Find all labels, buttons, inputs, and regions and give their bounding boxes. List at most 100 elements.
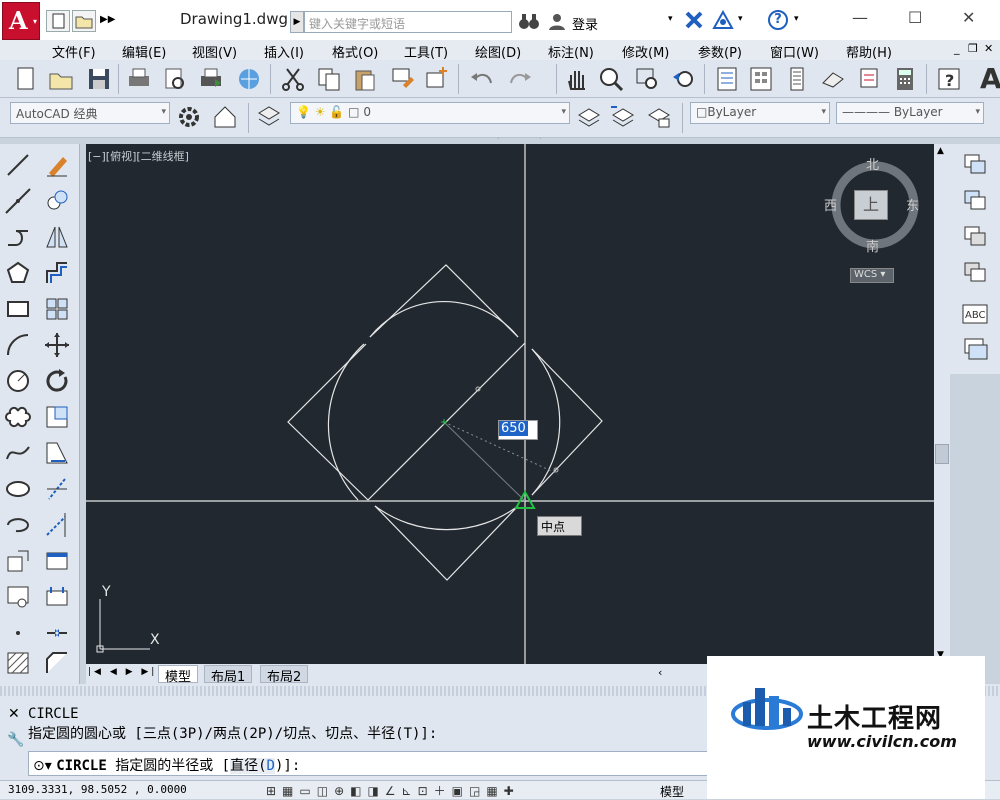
- send-under-icon[interactable]: [960, 258, 990, 288]
- zoom-realtime-icon[interactable]: [596, 64, 626, 94]
- tool-palettes-icon[interactable]: [782, 64, 812, 94]
- maximize-icon[interactable]: ☐: [908, 8, 922, 27]
- compass-west[interactable]: 西: [824, 195, 837, 214]
- cut-icon[interactable]: [278, 64, 308, 94]
- viewcube-top-face[interactable]: 上: [854, 190, 888, 220]
- zoom-window-icon[interactable]: [632, 64, 662, 94]
- spline-icon[interactable]: [3, 438, 37, 472]
- new-file-icon[interactable]: [46, 10, 70, 32]
- menu-edit[interactable]: 编辑(E): [122, 42, 166, 61]
- chevron-down-icon[interactable]: ▾: [668, 14, 673, 24]
- compass-south[interactable]: 南: [866, 236, 879, 255]
- linetype-select[interactable]: ———— ByLayer ▾: [836, 102, 984, 124]
- circle-icon[interactable]: [3, 366, 37, 400]
- ellipse-arc-icon[interactable]: [3, 510, 37, 544]
- chevron-down-icon[interactable]: ▾: [738, 14, 743, 24]
- wrench-icon[interactable]: 🔧: [7, 732, 24, 748]
- make-block-icon[interactable]: [3, 582, 37, 616]
- polyline-icon[interactable]: [3, 222, 37, 256]
- chevron-down-icon[interactable]: ▾: [794, 14, 799, 24]
- construction-line-icon[interactable]: [3, 186, 37, 220]
- compass-north[interactable]: 北: [866, 154, 879, 173]
- hatch-icon[interactable]: [3, 648, 37, 682]
- revision-cloud-icon[interactable]: [3, 402, 37, 436]
- open-folder-icon[interactable]: [72, 10, 96, 32]
- line-icon[interactable]: [3, 150, 37, 184]
- wcs-menu[interactable]: WCS ▾: [850, 268, 894, 283]
- copy-object-icon[interactable]: [42, 186, 76, 220]
- make-object-layer-current-icon[interactable]: [574, 102, 604, 132]
- menu-draw[interactable]: 绘图(D): [475, 42, 521, 61]
- new-icon[interactable]: [10, 64, 40, 94]
- stretch-icon[interactable]: [42, 438, 76, 472]
- hscroll-left-icon[interactable]: ‹: [658, 666, 662, 679]
- polygon-icon[interactable]: [3, 258, 37, 292]
- menu-window[interactable]: 窗口(W): [770, 42, 819, 61]
- viewcube[interactable]: 上 北 南 东 西: [824, 158, 920, 255]
- save-icon[interactable]: [84, 64, 114, 94]
- layer-states-icon[interactable]: [644, 102, 674, 132]
- offset-icon[interactable]: [42, 258, 76, 292]
- block-editor-icon[interactable]: [422, 64, 452, 94]
- compass-east[interactable]: 东: [906, 195, 919, 214]
- exchange-x-icon[interactable]: [684, 10, 704, 34]
- tab-layout1[interactable]: 布局1: [204, 665, 253, 685]
- erase-icon[interactable]: [42, 150, 76, 184]
- drafting-toggle-icons[interactable]: ⊞▦▭◫⊕◧◨∠⊾⊡＋▣◲▦✚: [266, 782, 520, 799]
- menu-parameters[interactable]: 参数(P): [698, 42, 742, 61]
- workspace-select[interactable]: AutoCAD 经典 ▾: [10, 102, 170, 124]
- hatch-to-back-icon[interactable]: [960, 334, 990, 364]
- quick-calc-icon[interactable]: [890, 64, 920, 94]
- array-icon[interactable]: [42, 294, 76, 328]
- command-option-diameter[interactable]: 直径(D: [230, 758, 275, 774]
- tab-navigation-icons[interactable]: |◀ ◀ ▶ ▶|: [88, 667, 157, 677]
- move-icon[interactable]: [42, 330, 76, 364]
- plot-preview-icon[interactable]: [160, 64, 190, 94]
- menu-modify[interactable]: 修改(M): [622, 42, 669, 61]
- close-icon[interactable]: ✕: [962, 8, 975, 27]
- match-properties-icon[interactable]: [388, 64, 418, 94]
- redo-icon[interactable]: [506, 64, 536, 94]
- sheet-set-icon[interactable]: [818, 64, 848, 94]
- command-input[interactable]: ⊙▾ CIRCLE 指定圆的半径或 [直径(D)]:: [28, 751, 708, 776]
- extend-icon[interactable]: [42, 510, 76, 544]
- help-icon[interactable]: ?: [768, 10, 788, 30]
- menu-dimension[interactable]: 标注(N): [548, 42, 594, 61]
- design-center-icon[interactable]: [746, 64, 776, 94]
- chevrons-right-icon[interactable]: ▶▶: [100, 14, 115, 25]
- menu-help[interactable]: 帮助(H): [846, 42, 892, 61]
- zoom-previous-icon[interactable]: [668, 64, 698, 94]
- chamfer-icon[interactable]: [42, 648, 76, 682]
- open-icon[interactable]: [46, 64, 76, 94]
- drawing-canvas[interactable]: [−][俯视][二维线框] 650 中点 X Y 上 北 南 东 西 WCS ▾: [86, 144, 934, 664]
- layer-properties-icon[interactable]: [254, 102, 284, 132]
- bring-to-front-icon[interactable]: [960, 150, 990, 180]
- login-link[interactable]: 登录: [572, 14, 598, 33]
- layer-previous-icon[interactable]: [608, 102, 638, 132]
- markup-set-icon[interactable]: [854, 64, 884, 94]
- undo-icon[interactable]: [466, 64, 496, 94]
- publish-icon[interactable]: [196, 64, 226, 94]
- mdi-restore-icon[interactable]: ❐: [968, 42, 978, 55]
- tab-model[interactable]: 模型: [158, 665, 199, 685]
- layer-select[interactable]: 💡 ☀ 🔓 □ 0 ▾: [290, 102, 570, 124]
- binoculars-icon[interactable]: [518, 10, 540, 36]
- properties-icon[interactable]: [712, 64, 742, 94]
- publish-web-icon[interactable]: [234, 64, 264, 94]
- scroll-up-icon[interactable]: ▲: [937, 146, 944, 156]
- minimize-icon[interactable]: —: [852, 8, 868, 27]
- scroll-thumb[interactable]: [935, 444, 949, 464]
- autodesk-a360-icon[interactable]: [712, 9, 734, 34]
- vertical-scrollbar[interactable]: ▲ ▼: [934, 144, 950, 664]
- copy-icon[interactable]: [314, 64, 344, 94]
- menu-format[interactable]: 格式(O): [332, 42, 378, 61]
- bring-above-icon[interactable]: [960, 222, 990, 252]
- mirror-icon[interactable]: [42, 222, 76, 256]
- application-menu-button[interactable]: A ▾: [2, 2, 40, 40]
- arc-icon[interactable]: [3, 330, 37, 364]
- dynamic-input-field[interactable]: 650: [498, 420, 538, 440]
- text-style-icon[interactable]: A: [980, 62, 1000, 95]
- pan-hand-icon[interactable]: [562, 64, 592, 94]
- break-icon[interactable]: [42, 582, 76, 616]
- point-icon[interactable]: [3, 618, 37, 652]
